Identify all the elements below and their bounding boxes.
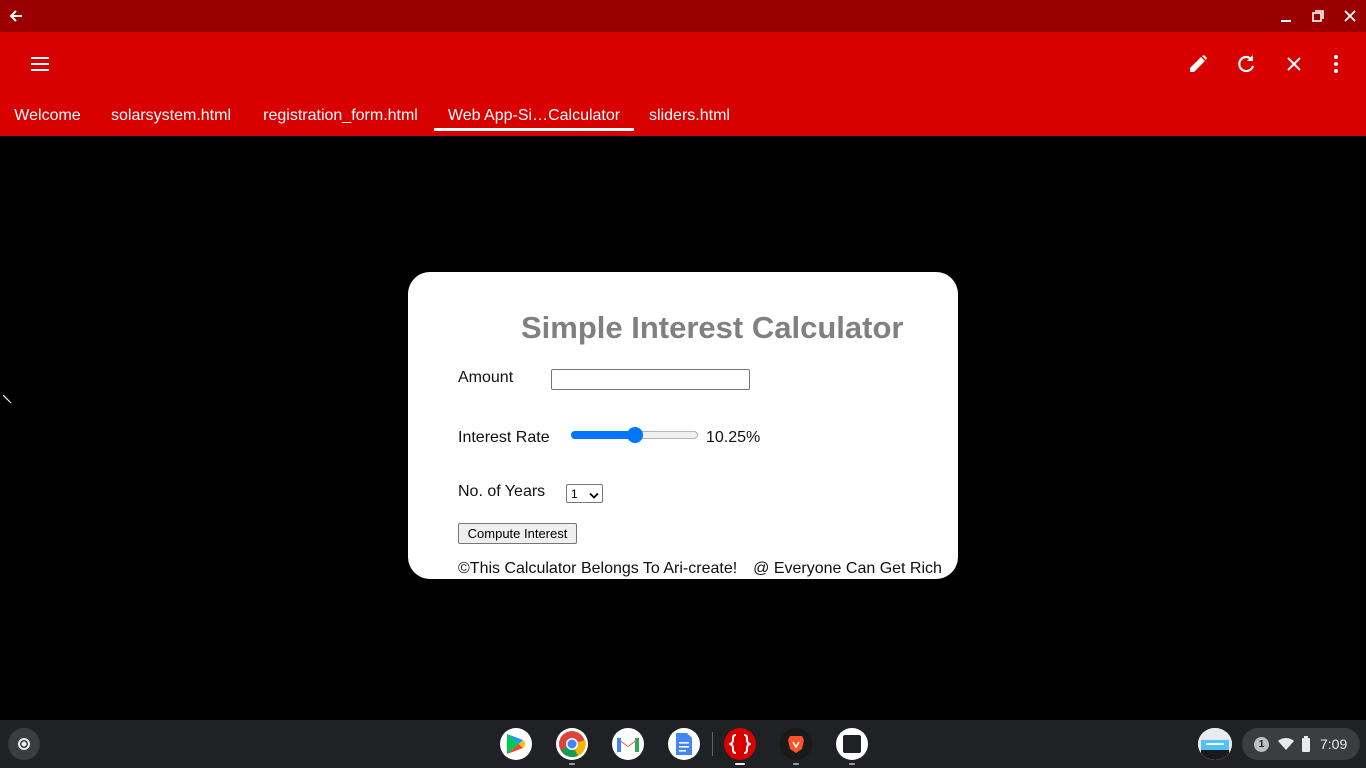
system-shelf: 1 7:09 [0, 720, 1366, 768]
years-label: No. of Years [458, 483, 546, 500]
years-selected-value: 1 [571, 486, 578, 501]
docs-icon[interactable] [668, 728, 700, 760]
notification-count[interactable]: 1 [1254, 737, 1269, 752]
running-indicator [849, 763, 855, 765]
tab-welcome[interactable]: Welcome [0, 96, 95, 136]
close-window-icon[interactable] [1334, 0, 1366, 32]
brave-icon[interactable] [780, 728, 812, 760]
amount-label: Amount [458, 369, 514, 386]
terminal-icon[interactable] [836, 728, 868, 760]
interest-rate-value: 10.25% [706, 429, 761, 446]
slider-fill [571, 431, 635, 439]
calculator-card: Simple Interest Calculator Amount Intere… [408, 272, 958, 579]
battery-icon [1302, 736, 1310, 757]
tab-web-app-calculator[interactable]: Web App-Si…Calculator [434, 96, 634, 136]
calculator-title: Simple Interest Calculator [521, 310, 904, 345]
shelf-divider [712, 732, 713, 756]
chevron-down-icon [589, 489, 599, 503]
slider-thumb[interactable] [626, 427, 643, 443]
wifi-icon [1278, 737, 1294, 756]
close-icon[interactable] [1270, 40, 1318, 88]
amount-input[interactable] [551, 369, 750, 390]
interest-rate-label: Interest Rate [458, 429, 550, 446]
footer-line: ©This Calculator Belongs To Ari-create! @… [458, 560, 942, 578]
more-vert-icon[interactable] [1312, 40, 1360, 88]
chrome-icon[interactable] [556, 728, 588, 760]
tab-sliders[interactable]: sliders.html [634, 96, 745, 136]
running-indicator [793, 763, 799, 765]
tagline-text: @ Everyone Can Get Rich [753, 560, 942, 577]
gmail-icon[interactable] [612, 728, 644, 760]
tab-solarsystem[interactable]: solarsystem.html [95, 96, 247, 136]
code-editor-icon[interactable] [724, 728, 756, 760]
restore-icon[interactable] [1302, 0, 1334, 32]
pencil-icon[interactable] [1174, 40, 1222, 88]
years-select[interactable]: 1 [566, 484, 603, 503]
arrow-left-icon[interactable] [0, 0, 32, 32]
compute-interest-button[interactable]: Compute Interest [458, 523, 577, 544]
holding-space-thumbnail[interactable] [1198, 728, 1232, 760]
refresh-icon[interactable] [1222, 40, 1270, 88]
hamburger-menu-icon[interactable] [16, 40, 64, 88]
play-store-icon[interactable] [500, 728, 532, 760]
running-indicator [569, 763, 575, 765]
interest-rate-slider[interactable] [570, 425, 699, 445]
active-indicator [735, 763, 745, 765]
copyright-text: ©This Calculator Belongs To Ari-create! [458, 560, 738, 577]
tab-registration-form[interactable]: registration_form.html [247, 96, 434, 136]
clock[interactable]: 7:09 [1320, 736, 1347, 752]
window-titlebar [0, 0, 1366, 32]
mouse-cursor-icon [2, 392, 13, 410]
launcher-button[interactable] [8, 728, 40, 760]
status-area[interactable]: 1 7:09 [1242, 728, 1360, 760]
tab-bar: Welcome solarsystem.html registration_fo… [0, 96, 1366, 136]
app-toolbar [0, 32, 1366, 96]
minimize-icon[interactable] [1270, 0, 1302, 32]
